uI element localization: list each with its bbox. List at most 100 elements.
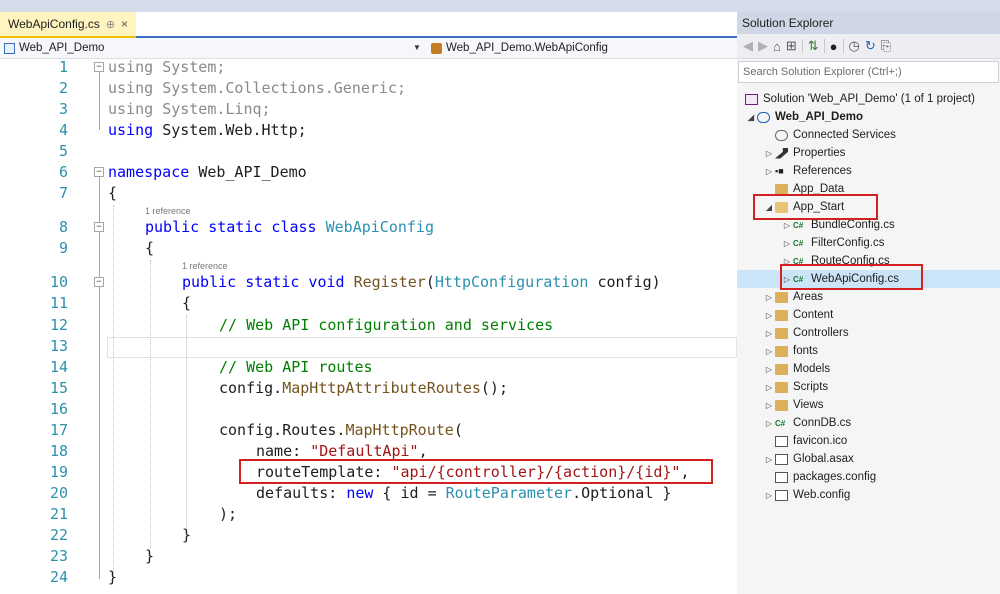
chevron-down-icon[interactable]: ▼ bbox=[413, 43, 421, 52]
tree-item-content[interactable]: ▷ Content bbox=[763, 306, 833, 324]
collapsed-arrow-icon[interactable]: ▷ bbox=[763, 329, 775, 338]
tree-item-filterconfig[interactable]: ▷ C# FilterConfig.cs bbox=[781, 234, 885, 252]
tree-item-controllers[interactable]: ▷ Controllers bbox=[763, 324, 849, 342]
collapse-icon[interactable]: ⎘ bbox=[881, 38, 891, 54]
refresh-icon[interactable]: ↻ bbox=[865, 38, 876, 54]
reference-codelens[interactable]: 1 reference bbox=[145, 206, 191, 216]
collapse-icon[interactable]: − bbox=[94, 167, 104, 177]
csharp-file-icon: C# bbox=[775, 418, 786, 428]
close-icon[interactable]: × bbox=[121, 17, 128, 31]
code-editor[interactable]: WebApiConfig.cs ⊕ × Web_API_Demo ▼ Web_A… bbox=[0, 12, 738, 594]
tree-item-packages-config[interactable]: packages.config bbox=[775, 468, 876, 486]
collapsed-arrow-icon[interactable]: ▷ bbox=[763, 491, 775, 500]
indent-guide bbox=[113, 205, 114, 575]
indent-guide bbox=[150, 260, 151, 548]
history-icon[interactable]: ◷ bbox=[849, 38, 860, 54]
navigation-bar: Web_API_Demo ▼ Web_API_Demo.WebApiConfig bbox=[0, 38, 737, 59]
tree-item-label: FilterConfig.cs bbox=[811, 237, 885, 249]
collapsed-arrow-icon[interactable]: ▷ bbox=[763, 311, 775, 320]
line-number: 2 bbox=[58, 79, 68, 97]
tree-item-models[interactable]: ▷ Models bbox=[763, 360, 830, 378]
tree-item-label: Web.config bbox=[793, 489, 851, 501]
reference-codelens[interactable]: 1 reference bbox=[182, 261, 228, 271]
collapsed-arrow-icon[interactable]: ▷ bbox=[763, 149, 775, 158]
tree-item-label: Connected Services bbox=[793, 129, 896, 141]
tree-item-solution[interactable]: Solution 'Web_API_Demo' (1 of 1 project) bbox=[745, 90, 975, 108]
code-line-22: } bbox=[182, 526, 192, 544]
type-dropdown-label: Web_API_Demo.WebApiConfig bbox=[446, 42, 608, 54]
tab-webapiconfig[interactable]: WebApiConfig.cs ⊕ × bbox=[0, 12, 137, 38]
tree-item-label: packages.config bbox=[793, 471, 877, 483]
pin-icon[interactable]: ⊕ bbox=[106, 18, 115, 31]
tree-item-project[interactable]: ◢ Web_API_Demo bbox=[745, 108, 863, 126]
tree-item-references[interactable]: ▷ ▪■ References bbox=[763, 162, 852, 180]
tree-item-label: Scripts bbox=[793, 381, 829, 393]
project-icon bbox=[4, 42, 15, 54]
tree-item-label: Solution 'Web_API_Demo' (1 of 1 project) bbox=[763, 93, 975, 105]
collapsed-arrow-icon[interactable]: ▷ bbox=[763, 401, 775, 410]
folder-icon bbox=[775, 381, 788, 393]
collapse-icon[interactable]: − bbox=[94, 62, 104, 72]
line-number: 23 bbox=[49, 547, 68, 565]
collapsed-arrow-icon[interactable]: ▷ bbox=[763, 419, 775, 428]
image-file-icon bbox=[775, 435, 788, 447]
tree-item-areas[interactable]: ▷ Areas bbox=[763, 288, 823, 306]
line-number: 13 bbox=[49, 337, 68, 355]
class-icon bbox=[431, 42, 442, 54]
tree-item-favicon[interactable]: favicon.ico bbox=[775, 432, 847, 450]
webapiconfig-highlight bbox=[780, 264, 923, 290]
collapsed-arrow-icon[interactable]: ▷ bbox=[763, 167, 775, 176]
code-line-8: public static class WebApiConfig bbox=[145, 218, 434, 236]
switch-views-icon[interactable]: ⊞ bbox=[786, 38, 797, 54]
tree-item-label: Web_API_Demo bbox=[775, 111, 863, 123]
csharp-file-icon: C# bbox=[793, 220, 804, 230]
collapsed-arrow-icon[interactable]: ▷ bbox=[763, 365, 775, 374]
project-dropdown[interactable]: Web_API_Demo bbox=[4, 40, 424, 56]
line-number: 11 bbox=[49, 294, 68, 312]
code-line-10: public static void Register(HttpConfigur… bbox=[182, 273, 661, 291]
code-line-12: // Web API configuration and services bbox=[219, 316, 554, 334]
folder-icon bbox=[775, 309, 788, 321]
tree-item-label: Areas bbox=[793, 291, 824, 303]
code-line-17: config.Routes.MapHttpRoute( bbox=[219, 421, 463, 439]
line-number: 22 bbox=[49, 526, 68, 544]
back-icon[interactable]: ◀ bbox=[743, 38, 753, 54]
solution-explorer-title: Solution Explorer bbox=[737, 12, 1000, 34]
tree-item-web-config[interactable]: ▷ Web.config bbox=[763, 486, 850, 504]
window-top-band bbox=[0, 0, 1000, 12]
code-line-24: } bbox=[108, 568, 118, 586]
tree-item-scripts[interactable]: ▷ Scripts bbox=[763, 378, 828, 396]
tree-item-views[interactable]: ▷ Views bbox=[763, 396, 824, 414]
collapsed-arrow-icon[interactable]: ▷ bbox=[763, 455, 775, 464]
outline-bar bbox=[99, 177, 100, 579]
collapsed-arrow-icon[interactable]: ▷ bbox=[763, 347, 775, 356]
config-file-icon bbox=[775, 489, 788, 501]
line-number: 7 bbox=[58, 184, 68, 202]
code-line-3: using System.Linq; bbox=[108, 100, 271, 118]
collapsed-arrow-icon[interactable]: ▷ bbox=[763, 383, 775, 392]
collapsed-arrow-icon[interactable]: ▷ bbox=[781, 221, 793, 230]
code-line-4: using System.Web.Http; bbox=[108, 121, 307, 139]
home-icon[interactable]: ⌂ bbox=[773, 39, 781, 54]
tree-item-label: favicon.ico bbox=[793, 435, 848, 447]
code-area[interactable]: 1 2 3 4 5 6 7 8 9 10 11 12 13 14 15 16 1… bbox=[0, 58, 737, 594]
collapsed-arrow-icon[interactable]: ▷ bbox=[781, 239, 793, 248]
collapse-icon[interactable]: − bbox=[94, 222, 104, 232]
tree-item-connected-services[interactable]: Connected Services bbox=[775, 126, 896, 144]
tree-item-properties[interactable]: ▷ Properties bbox=[763, 144, 846, 162]
tree-item-global-asax[interactable]: ▷ Global.asax bbox=[763, 450, 854, 468]
expanded-arrow-icon[interactable]: ◢ bbox=[745, 113, 757, 122]
code-line-6: namespace Web_API_Demo bbox=[108, 163, 307, 181]
collapsed-arrow-icon[interactable]: ▷ bbox=[763, 293, 775, 302]
tree-item-fonts[interactable]: ▷ fonts bbox=[763, 342, 818, 360]
line-number: 14 bbox=[49, 358, 68, 376]
tree-item-label: Properties bbox=[793, 147, 846, 159]
sync-icon[interactable]: ⇅ bbox=[808, 38, 819, 54]
code-line-23: } bbox=[145, 547, 155, 565]
search-solution-explorer-input[interactable]: Search Solution Explorer (Ctrl+;) bbox=[738, 61, 999, 83]
pending-changes-icon[interactable]: ● bbox=[830, 39, 838, 54]
forward-icon[interactable]: ▶ bbox=[758, 38, 768, 54]
tree-item-conndb[interactable]: ▷ C# ConnDB.cs bbox=[763, 414, 851, 432]
type-dropdown[interactable]: Web_API_Demo.WebApiConfig bbox=[431, 40, 731, 56]
collapse-icon[interactable]: − bbox=[94, 277, 104, 287]
